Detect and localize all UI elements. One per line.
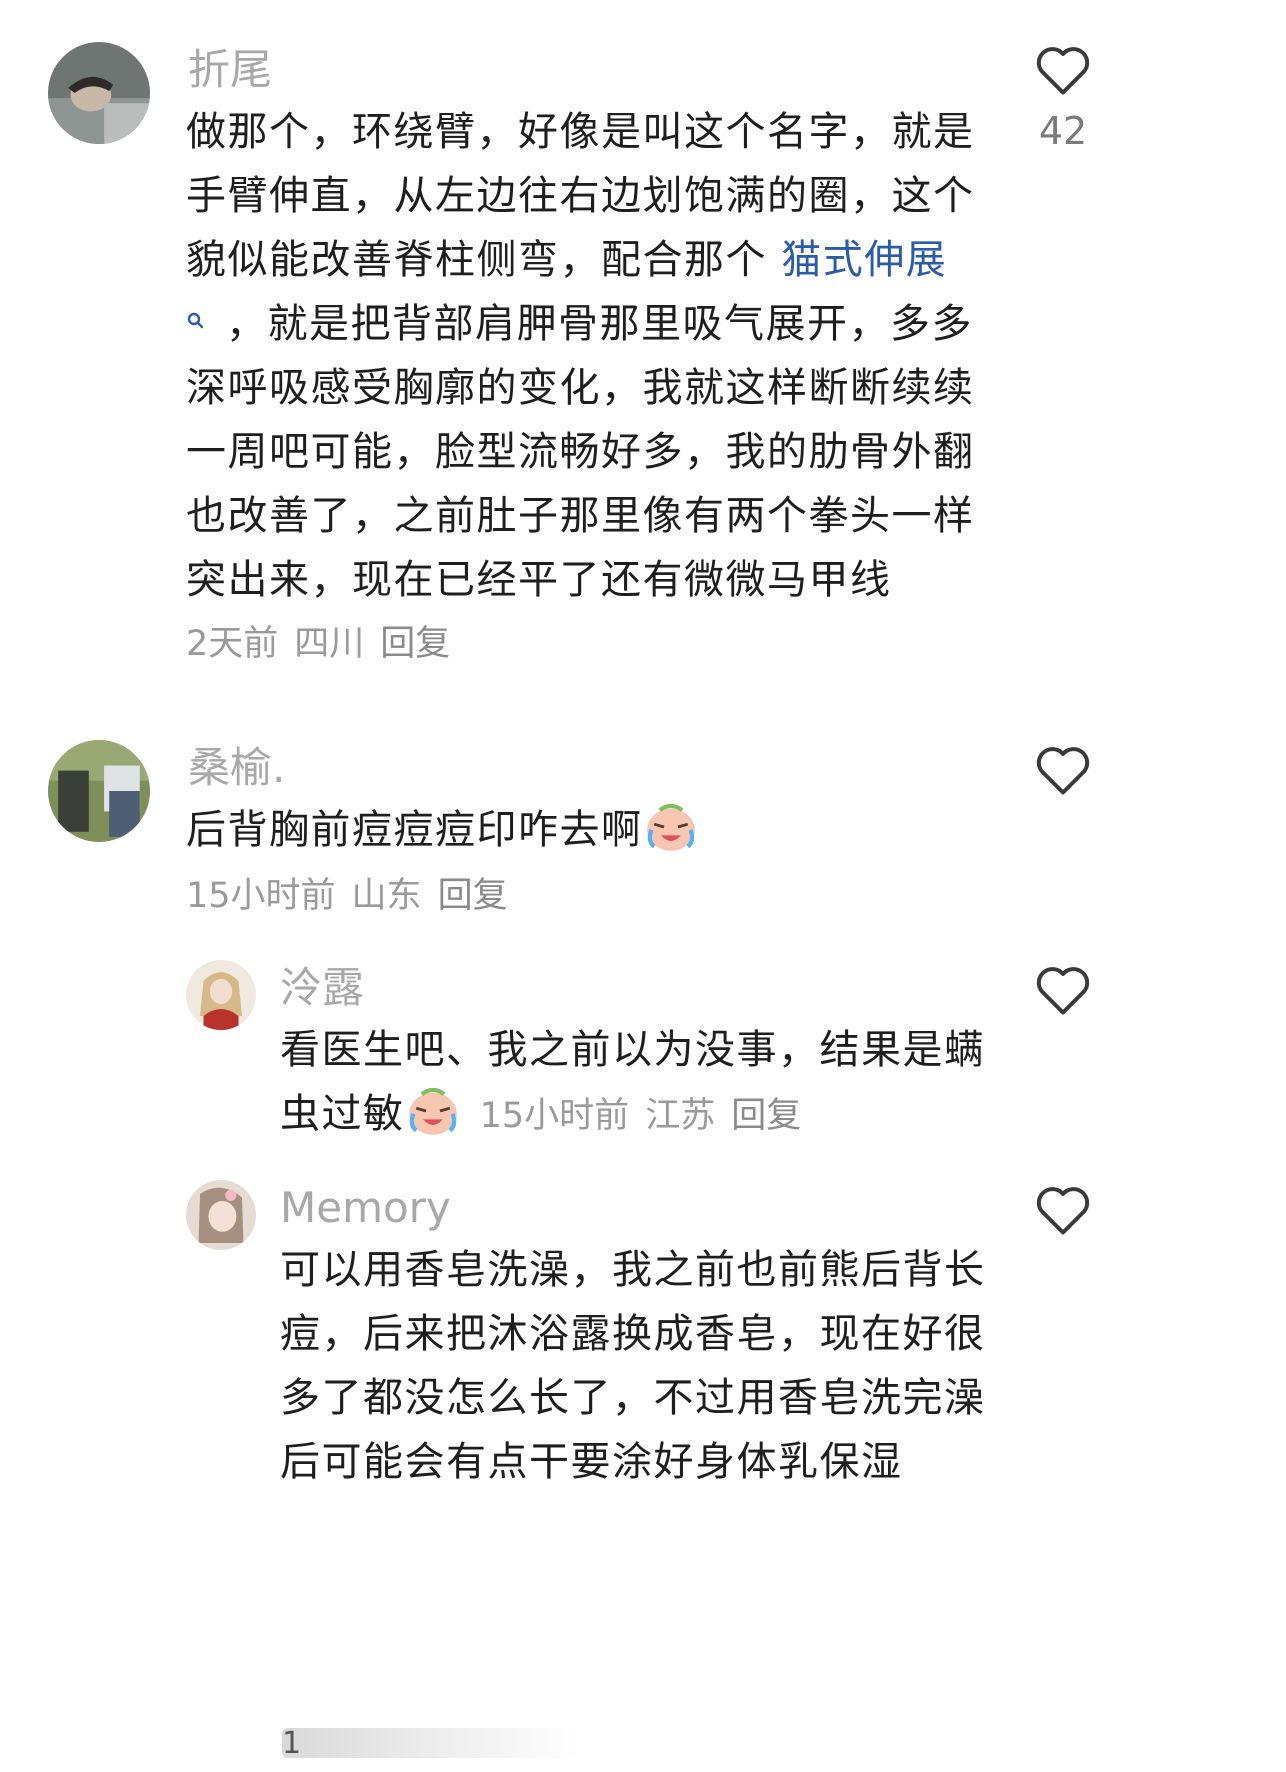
reply-button[interactable]: 回复 [380, 624, 450, 664]
comment-username[interactable]: 泠露 [280, 962, 364, 1014]
comment-username[interactable]: 桑榆. [188, 742, 285, 794]
comment-text-line: 痘，后来把沐浴露换成香皂，现在好很 [280, 1311, 986, 1357]
comment-text-line: 做那个，环绕臂，好像是叫这个名字，就是 [186, 109, 975, 155]
comment-text-fragment: 后背胸前痘痘痘印咋去啊 [186, 807, 643, 853]
reply-item: Memory 可以用香皂洗澡，我之前也前熊后背长 痘，后来把沐浴露换成香皂，现在… [0, 1170, 1286, 1530]
like-button[interactable] [1033, 962, 1093, 1018]
like-count: 42 [1038, 109, 1088, 153]
comment-time: 15小时前 [186, 876, 336, 916]
comment-meta: 15小时前 山东 回复 [186, 872, 524, 920]
comment-text-line: 深呼吸感受胸廓的变化，我就这样断断续续 [186, 365, 975, 411]
comment-username[interactable]: 折尾 [188, 44, 272, 96]
comment-username[interactable]: Memory [280, 1182, 451, 1234]
comment-text-line: ，就是把背部肩胛骨那里吸气展开，多多 [186, 292, 975, 356]
avatar[interactable] [186, 960, 256, 1030]
comment-text-fragment: 貌似能改善脊柱侧弯，配合那个 [186, 237, 782, 283]
truncated-footer [282, 1728, 582, 1758]
crying-laugh-emoji [405, 1083, 461, 1139]
heart-outline-icon [1036, 1187, 1090, 1235]
comment-meta: 15小时前 江苏 回复 [469, 1096, 818, 1136]
like-button[interactable] [1033, 1182, 1093, 1238]
comment-text-line: 突出来，现在已经平了还有微微马甲线 [186, 557, 892, 603]
avatar[interactable] [48, 740, 150, 842]
crying-laugh-emoji [643, 799, 699, 855]
comment-time: 2天前 [186, 624, 279, 664]
avatar[interactable] [48, 42, 150, 144]
search-link[interactable]: 猫式伸展 [781, 237, 947, 283]
comment-location: 山东 [351, 876, 422, 916]
comment-location: 四川 [294, 624, 365, 664]
comment-text-line: 看医生吧、我之前以为没事，结果是螨 [280, 1027, 986, 1073]
comment-text: 后背胸前痘痘痘印咋去啊 [186, 798, 699, 862]
heart-outline-icon [1036, 747, 1090, 795]
comment-text-line: 虫过敏 15小时前 江苏 回复 [280, 1082, 986, 1146]
comment-text-line: 多了都没怎么长了，不过用香皂洗完澡 [280, 1375, 986, 1421]
search-icon[interactable] [186, 292, 226, 356]
like-button[interactable] [1033, 742, 1093, 798]
comment-text: 看医生吧、我之前以为没事，结果是螨 虫过敏 15小时前 江苏 回复 [280, 1018, 986, 1146]
comment-text-fragment: ，就是把背部肩胛骨那里吸气展开，多多 [226, 301, 973, 347]
comment-text-line: 也改善了，之前肚子那里像有两个拳头一样 [186, 493, 975, 539]
comment-text: 可以用香皂洗澡，我之前也前熊后背长 痘，后来把沐浴露换成香皂，现在好很 多了都没… [280, 1238, 986, 1494]
truncated-footer-text: 1 [282, 1726, 302, 1761]
comment-item: 桑榆. 后背胸前痘痘痘印咋去啊 15小时前 山东 回复 [0, 730, 1286, 940]
comment-text-line: 手臂伸直，从左边往右边划饱满的圈，这个 [186, 173, 975, 219]
reply-button[interactable]: 回复 [731, 1096, 801, 1136]
comment-text-line: 一周吧可能，脸型流畅好多，我的肋骨外翻 [186, 429, 975, 475]
comment-text-line: 可以用香皂洗澡，我之前也前熊后背长 [280, 1247, 986, 1293]
comment-text: 做那个，环绕臂，好像是叫这个名字，就是 手臂伸直，从左边往右边划饱满的圈，这个 … [186, 100, 975, 612]
heart-outline-icon [1036, 967, 1090, 1015]
comment-text-line: 貌似能改善脊柱侧弯，配合那个 猫式伸展 [186, 228, 975, 292]
comment-location: 江苏 [645, 1096, 716, 1136]
comment-text-fragment: 虫过敏 [280, 1091, 405, 1137]
reply-button[interactable]: 回复 [438, 876, 508, 916]
comment-text-line: 后可能会有点干要涂好身体乳保湿 [280, 1439, 903, 1485]
comment-time: 15小时前 [479, 1096, 630, 1136]
avatar[interactable] [186, 1180, 256, 1250]
reply-item: 泠露 看医生吧、我之前以为没事，结果是螨 虫过敏 15小时前 江苏 回复 [0, 950, 1286, 1150]
comment-text-line: 后背胸前痘痘痘印咋去啊 [186, 798, 699, 862]
like-button[interactable] [1033, 42, 1093, 98]
heart-outline-icon [1036, 47, 1090, 95]
comment-item: 折尾 做那个，环绕臂，好像是叫这个名字，就是 手臂伸直，从左边往右边划饱满的圈，… [0, 0, 1286, 700]
comment-meta: 2天前 四川 回复 [186, 620, 466, 668]
